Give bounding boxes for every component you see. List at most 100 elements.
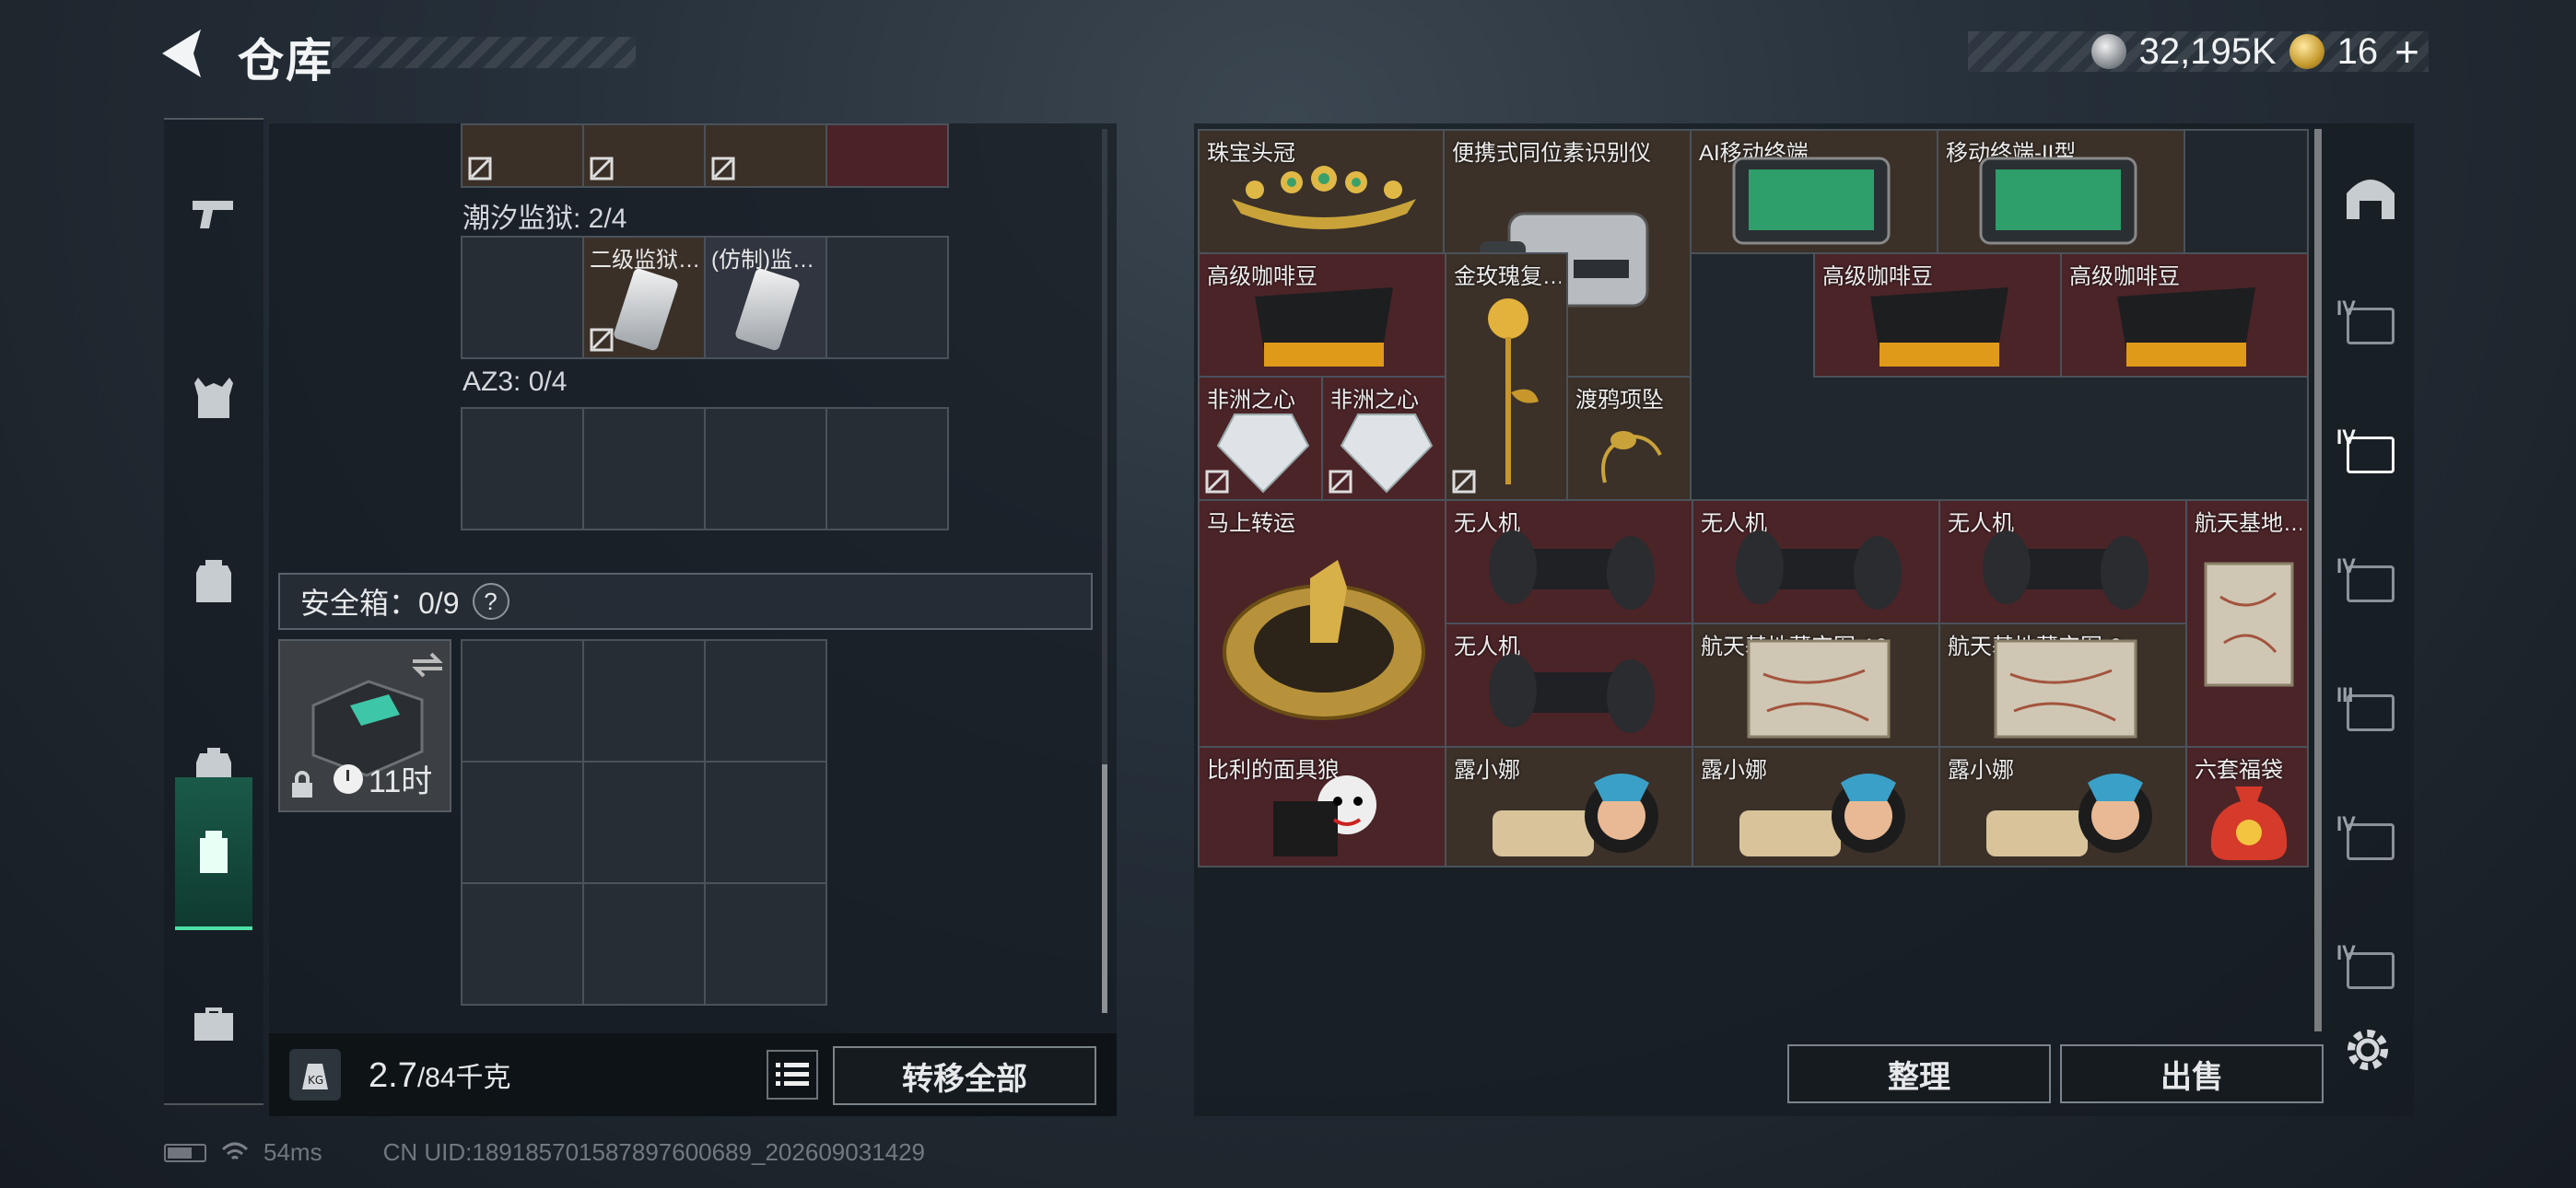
silver-coin-icon: [2090, 34, 2126, 69]
nav-briefcase[interactable]: [164, 973, 263, 1074]
item-mobile-terminal-2[interactable]: 移动终端-II型: [1937, 129, 2185, 254]
sort-button[interactable]: 整理: [1787, 1044, 2051, 1103]
tab-shelter[interactable]: [2331, 160, 2410, 234]
item-ai-terminal[interactable]: AI移动终端: [1690, 129, 1938, 254]
item-raven-pendant[interactable]: 渡鸦项坠: [1566, 376, 1692, 501]
back-button[interactable]: [157, 24, 212, 83]
grid-cell[interactable]: [461, 761, 584, 884]
tab-stash-1[interactable]: IV: [2331, 289, 2410, 363]
no-insure-icon: [1205, 470, 1229, 494]
safe-timer: 11时: [334, 756, 432, 801]
item-lu-xiaona[interactable]: 露小娜: [1692, 746, 1940, 868]
item-lucky-bag[interactable]: 六套福袋: [2185, 746, 2309, 868]
prison-keycard-copy-slot[interactable]: (仿制)监…: [704, 236, 827, 359]
weight-bar: KG 2.7/84千克 转移全部: [269, 1033, 1117, 1116]
grid-cell[interactable]: [825, 123, 949, 188]
title-decoration: [332, 37, 636, 68]
item-jewel-crown[interactable]: 珠宝头冠: [1198, 129, 1445, 254]
pendant-icon: [1601, 431, 1662, 483]
terminal-icon: [1732, 157, 1891, 245]
scroll-thumb[interactable]: [1102, 764, 1107, 1013]
right-scrollbar[interactable]: [2314, 129, 2322, 1031]
lock-icon: [292, 771, 312, 798]
grid-cell[interactable]: [582, 123, 706, 188]
clock-icon: [334, 763, 363, 794]
prison-row: 二级监狱… (仿制)监…: [461, 236, 949, 359]
item-coffee-beans[interactable]: 高级咖啡豆: [1198, 252, 1446, 378]
prison-keycard-slot[interactable]: 二级监狱…: [582, 236, 706, 359]
item-fortune-wheel[interactable]: 马上转运: [1198, 499, 1446, 748]
item-heart-of-africa[interactable]: 非洲之心: [1198, 376, 1323, 501]
tab-stash-2[interactable]: IV: [2331, 418, 2410, 492]
no-insure-icon: [590, 328, 614, 352]
grid-cell[interactable]: [582, 761, 706, 884]
safe-grid: [461, 639, 827, 1006]
help-button[interactable]: ?: [472, 583, 509, 620]
gold-coin-icon: [2289, 34, 2324, 69]
grid-cell[interactable]: [461, 236, 584, 359]
grid-cell[interactable]: [582, 407, 706, 530]
crown-icon: [1232, 166, 1416, 229]
add-currency-button[interactable]: +: [2395, 27, 2419, 76]
nav-weapon[interactable]: [164, 162, 263, 263]
tab-stash-3[interactable]: IV: [2331, 547, 2410, 621]
item-drone[interactable]: 无人机: [1692, 499, 1940, 624]
item-heart-of-africa[interactable]: 非洲之心: [1321, 376, 1446, 501]
doll-icon: [1493, 774, 1658, 856]
grid-cell[interactable]: [825, 407, 949, 530]
tab-stash-6[interactable]: IV: [2331, 934, 2410, 1007]
item-coffee-beans[interactable]: 高级咖啡豆: [2060, 252, 2309, 378]
scroll-thumb[interactable]: [2314, 129, 2322, 1031]
grid-cell[interactable]: [704, 882, 827, 1006]
secure-container-item[interactable]: 11时: [278, 639, 451, 812]
grid-cell[interactable]: [582, 882, 706, 1006]
grid-cell[interactable]: [704, 407, 827, 530]
item-lu-xiaona[interactable]: 露小娜: [1938, 746, 2187, 868]
tab-stash-5[interactable]: IV: [2331, 805, 2410, 879]
grid-cell[interactable]: [825, 236, 949, 359]
left-scrollbar[interactable]: [1102, 129, 1107, 1013]
item-golden-rose[interactable]: 金玫瑰复…: [1445, 252, 1568, 501]
nav-vest[interactable]: [164, 346, 263, 448]
partial-top-row: [461, 123, 949, 188]
list-view-button[interactable]: [767, 1050, 818, 1100]
sell-button[interactable]: 出售: [2060, 1044, 2324, 1103]
pistol-icon: [193, 201, 233, 228]
item-coffee-beans[interactable]: 高级咖啡豆: [1813, 252, 2062, 378]
grid-cell[interactable]: [704, 123, 827, 188]
map-icon: [1747, 639, 1891, 739]
no-insure-icon: [468, 157, 492, 181]
drone-icon: [1489, 654, 1655, 733]
item-lu-xiaona[interactable]: 露小娜: [1445, 746, 1693, 868]
item-drone[interactable]: 无人机: [1445, 623, 1693, 748]
puppet-icon: [1273, 775, 1376, 856]
terminal-icon: [1979, 157, 2137, 245]
item-drone[interactable]: 无人机: [1445, 499, 1693, 624]
grid-cell[interactable]: [461, 123, 584, 188]
transfer-all-button[interactable]: 转移全部: [833, 1046, 1096, 1105]
drone-icon: [1736, 530, 1902, 610]
tab-stash-4[interactable]: III: [2331, 676, 2410, 750]
grid-cell[interactable]: [461, 639, 584, 763]
rose-icon: [1488, 298, 1539, 484]
map-icon: [1994, 639, 2137, 739]
az3-label: AZ3: 0/4: [463, 367, 568, 397]
item-space-base-map[interactable]: 航天基地…: [2185, 499, 2309, 748]
drone-icon: [1489, 530, 1655, 610]
lucky-bag-icon: [2210, 786, 2288, 860]
nav-secure-container[interactable]: [175, 777, 252, 930]
grid-cell[interactable]: [461, 882, 584, 1006]
grid-cell[interactable]: [582, 639, 706, 763]
grid-cell[interactable]: [461, 407, 584, 530]
grid-cell[interactable]: [704, 639, 827, 763]
uid: CN UID:1891857015878976006​89_2026090314…: [382, 1138, 925, 1166]
item-space-base-map-10[interactable]: 航天基地藏宝图-10: [1692, 623, 1940, 748]
no-insure-icon: [1329, 470, 1352, 494]
item-billy-puppet[interactable]: 比利的面具狼: [1198, 746, 1446, 868]
nav-backpack[interactable]: [164, 530, 263, 632]
secure-container-icon: [200, 831, 228, 873]
settings-gear-icon[interactable]: [2340, 1022, 2395, 1077]
item-space-base-map-9[interactable]: 航天基地藏宝图-9: [1938, 623, 2187, 748]
grid-cell[interactable]: [704, 761, 827, 884]
item-drone[interactable]: 无人机: [1938, 499, 2187, 624]
